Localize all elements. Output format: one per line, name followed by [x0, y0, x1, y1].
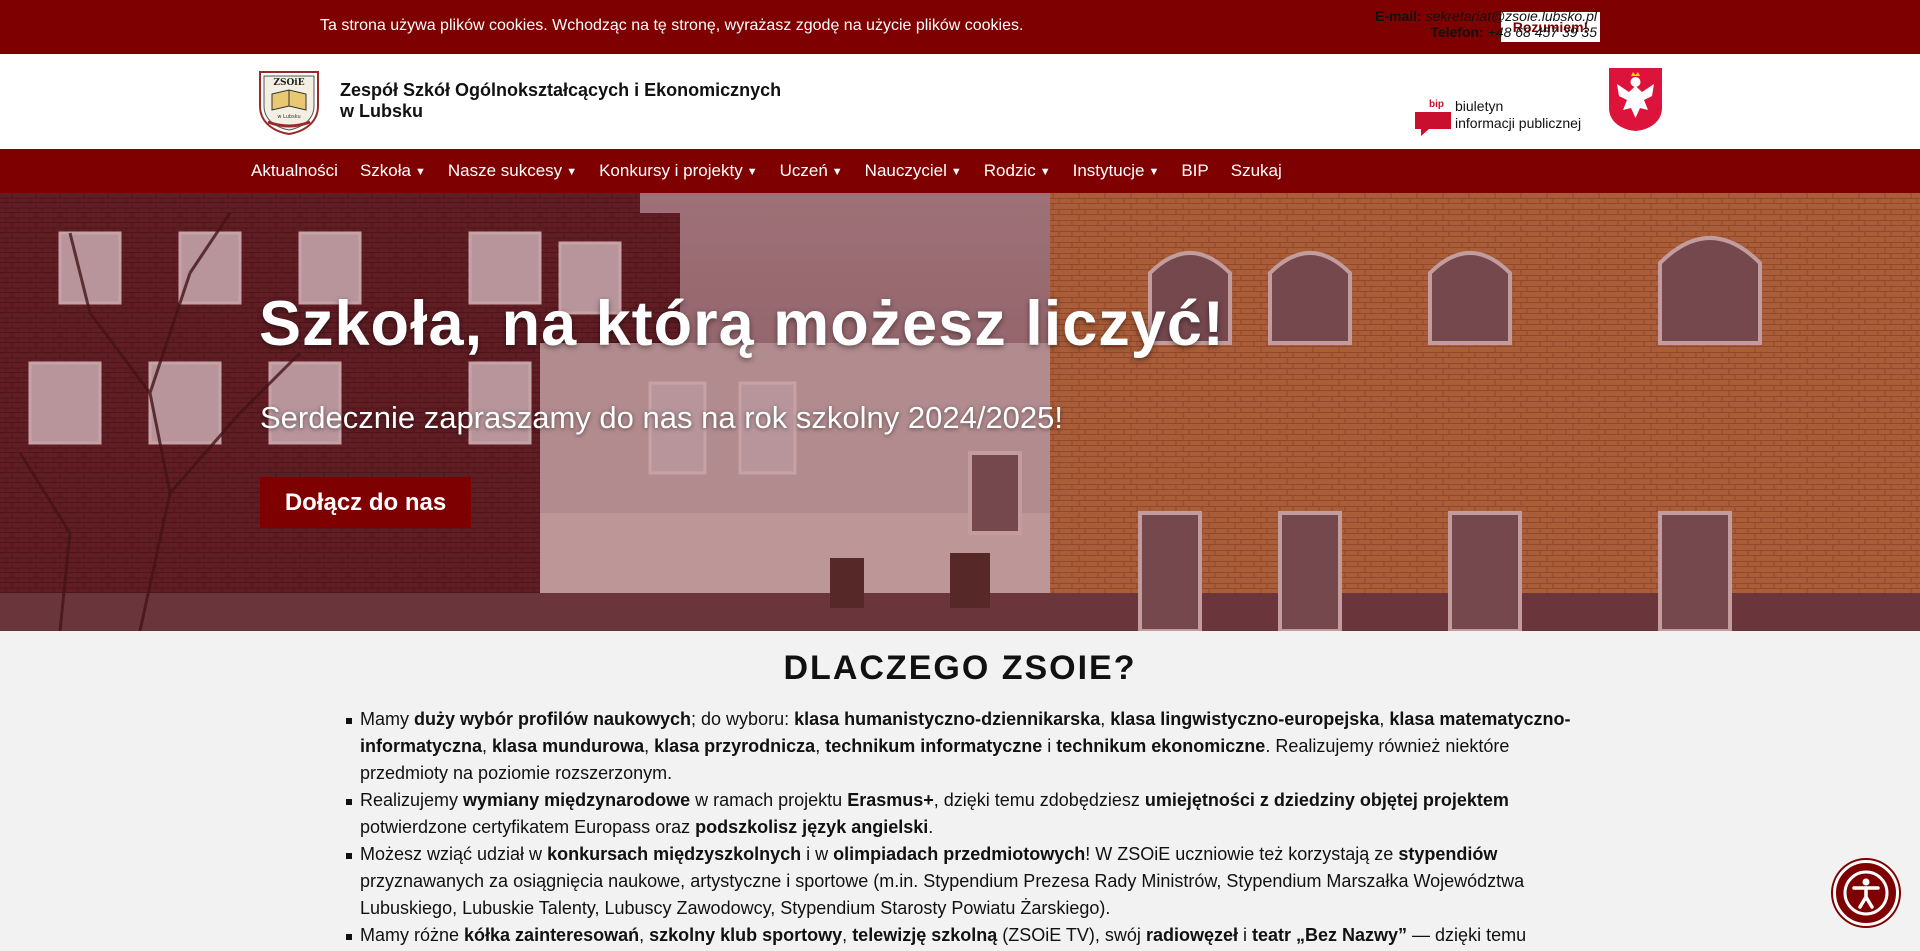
email-label: E-mail: [1375, 8, 1422, 24]
hero-subtitle: Serdecznie zapraszamy do nas na rok szko… [260, 400, 1064, 435]
school-name-line2: w Lubsku [340, 101, 424, 121]
caret-down-icon: ▼ [1148, 166, 1160, 178]
list-item: Mamy różne kółka zainteresowań, szkolny … [346, 922, 1580, 949]
bip-flag-icon: bip [1415, 96, 1451, 136]
nav-item-nasze-sukcesy[interactable]: Nasze sukcesy ▼ [437, 161, 588, 181]
nav-item-label: Nasze sukcesy [447, 161, 563, 180]
nav-item-aktualnosci[interactable]: Aktualności [240, 161, 349, 181]
nav-item-label: Konkursy i projekty [599, 161, 743, 180]
accessibility-icon[interactable] [1833, 860, 1899, 926]
bip-link[interactable]: bip biuletyn informacji publicznej [1415, 96, 1597, 136]
svg-text:ZSOiE: ZSOiE [273, 78, 304, 88]
cookie-text: Ta strona używa plików cookies. Wchodząc… [320, 17, 1024, 34]
nav-item-label: Uczeń [779, 161, 828, 180]
bip-text-line1: biuletyn [1455, 98, 1504, 114]
school-name-line1: Zespół Szkół Ogólnokształcących i Ekonom… [340, 80, 782, 100]
nav-item-label: Nauczyciel [864, 161, 947, 180]
why-list: Mamy duży wybór profilów naukowych; do w… [346, 706, 1580, 949]
email-value[interactable]: sekretariat@zsoie.lubsko.pl [1426, 8, 1597, 24]
nav-item-konkursy-i-projekty[interactable]: Konkursy i projekty ▼ [588, 161, 769, 181]
caret-down-icon: ▼ [1039, 166, 1051, 178]
bip-text-line2: informacji publicznej [1455, 115, 1582, 131]
school-name[interactable]: Zespół Szkół Ogólnokształcących i Ekonom… [340, 80, 781, 122]
school-crest-logo[interactable]: ZSOiE w Lubsku [254, 66, 324, 136]
contact-info: E-mail: sekretariat@zsoie.lubsko.pl Tele… [1375, 8, 1597, 40]
caret-down-icon: ▼ [831, 166, 843, 178]
polish-eagle-emblem [1607, 66, 1664, 132]
nav-item-szukaj[interactable]: Szukaj [1220, 161, 1293, 181]
phone-value[interactable]: +48 68 457 39 35 [1488, 24, 1597, 40]
nav-item-label: Aktualności [251, 161, 338, 180]
nav-item-label: Instytucje [1072, 161, 1145, 180]
nav-item-szkola[interactable]: Szkoła ▼ [349, 161, 437, 181]
caret-down-icon: ▼ [746, 166, 758, 178]
nav-item-nauczyciel[interactable]: Nauczyciel ▼ [854, 161, 973, 181]
bip-text: biuletyn informacji publicznej [1455, 98, 1581, 132]
nav-item-instytucje[interactable]: Instytucje ▼ [1062, 161, 1171, 181]
nav-item-label: Szkoła [359, 161, 411, 180]
nav-item-rodzic[interactable]: Rodzic ▼ [973, 161, 1062, 181]
hero-title: Szkoła, na którą możesz liczyć! [259, 289, 1225, 359]
bip-tag: bip [1429, 99, 1444, 110]
svg-text:w Lubsku: w Lubsku [277, 114, 300, 120]
phone-label: Telefon: [1430, 24, 1484, 40]
nav-item-label: Rodzic [983, 161, 1036, 180]
list-item: Mamy duży wybór profilów naukowych; do w… [346, 706, 1580, 787]
list-item: Możesz wziąć udział w konkursach międzys… [346, 841, 1580, 922]
section-title: DLACZEGO ZSOIE? [783, 649, 1137, 687]
hero-banner: Szkoła, na którą możesz liczyć! Serdeczn… [0, 193, 1920, 631]
nav-item-bip[interactable]: BIP [1170, 161, 1219, 181]
join-us-button[interactable]: Dołącz do nas [260, 477, 471, 528]
nav-item-label: BIP [1181, 161, 1209, 180]
main-nav: Aktualności Szkoła ▼ Nasze sukcesy ▼ Konku… [0, 149, 1920, 193]
nav-item-label: Szukaj [1230, 161, 1282, 180]
nav-item-uczen[interactable]: Uczeń ▼ [769, 161, 854, 181]
caret-down-icon: ▼ [566, 166, 578, 178]
cookie-bar: Ta strona używa plików cookies. Wchodząc… [0, 0, 1920, 54]
list-item: Realizujemy wymiany międzynarodowe w ram… [346, 787, 1580, 841]
caret-down-icon: ▼ [414, 166, 426, 178]
caret-down-icon: ▼ [950, 166, 962, 178]
